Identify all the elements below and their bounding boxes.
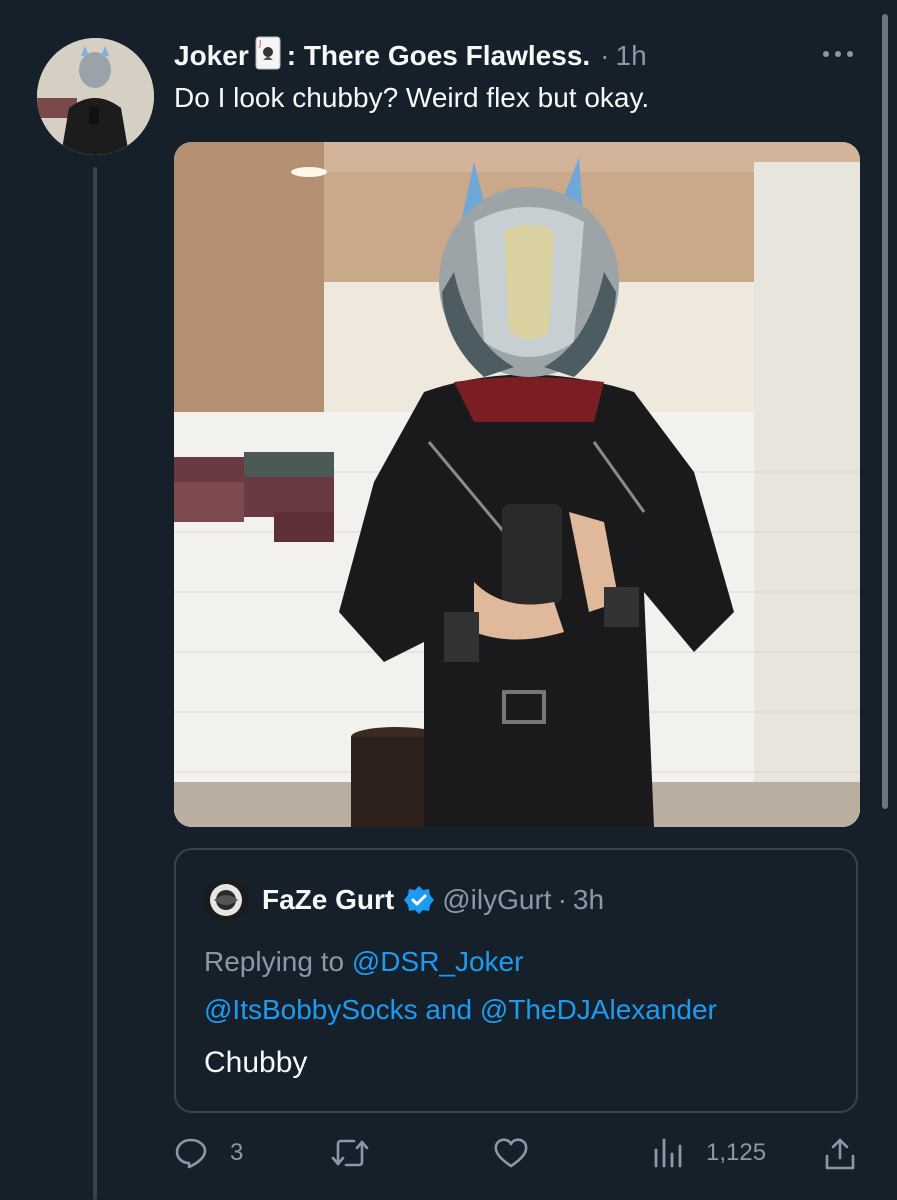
quote-avatar[interactable] — [204, 878, 248, 922]
quote-text: Chubby — [204, 1046, 308, 1079]
reply-icon — [174, 1136, 208, 1170]
quoted-tweet[interactable]: FaZe Gurt @ilyGurt · 3h Replying to @DSR… — [174, 848, 858, 1113]
quote-handle[interactable]: @ilyGurt — [442, 884, 551, 916]
mention-link[interactable]: @ItsBobbySocks — [204, 994, 418, 1025]
replying-prefix: Replying to — [204, 946, 345, 977]
separator-dot: · — [557, 884, 567, 915]
author-avatar[interactable] — [37, 38, 154, 155]
svg-text:J: J — [258, 39, 261, 48]
views-button[interactable]: 1,125 — [652, 1136, 766, 1170]
more-icon[interactable] — [820, 44, 860, 64]
tweet-text: Do I look chubby? Weird flex but okay. — [174, 82, 650, 113]
mention-and: and — [425, 994, 473, 1025]
display-name-suffix[interactable]: : There Goes Flawless. — [287, 40, 590, 72]
like-icon — [493, 1136, 529, 1170]
views-icon — [652, 1136, 684, 1170]
tweet-photo[interactable] — [174, 142, 860, 827]
display-name[interactable]: Joker — [174, 40, 249, 72]
tweet[interactable]: Joker J : There Goes Flawless. · 1h Do I… — [0, 0, 897, 1200]
action-bar: 3 1,125 — [0, 1130, 897, 1180]
tweet-time[interactable]: 1h — [616, 40, 647, 72]
share-button[interactable] — [822, 1136, 858, 1172]
retweet-button[interactable] — [330, 1136, 370, 1170]
mention-link[interactable]: @DSR_Joker — [352, 946, 524, 977]
tweet-header: Joker J : There Goes Flawless. · 1h — [174, 36, 647, 76]
share-icon — [822, 1136, 858, 1172]
retweet-icon — [330, 1136, 370, 1170]
like-button[interactable] — [493, 1136, 529, 1170]
verified-badge-icon — [404, 885, 435, 915]
reply-count: 3 — [230, 1139, 244, 1166]
thread-line — [93, 167, 97, 1200]
scrollbar[interactable] — [882, 14, 888, 809]
playing-card-icon: J — [255, 36, 281, 77]
reply-button[interactable]: 3 — [174, 1136, 243, 1170]
quote-time[interactable]: 3h — [573, 884, 604, 916]
mention-link[interactable]: @TheDJAlexander — [480, 994, 717, 1025]
replying-to: Replying to @DSR_Joker @ItsBobbySocks an… — [204, 938, 717, 1034]
separator-dot: · — [600, 40, 610, 71]
quote-display-name[interactable]: FaZe Gurt — [262, 884, 394, 916]
quote-header: FaZe Gurt @ilyGurt · 3h — [204, 878, 604, 922]
views-count: 1,125 — [706, 1139, 767, 1166]
